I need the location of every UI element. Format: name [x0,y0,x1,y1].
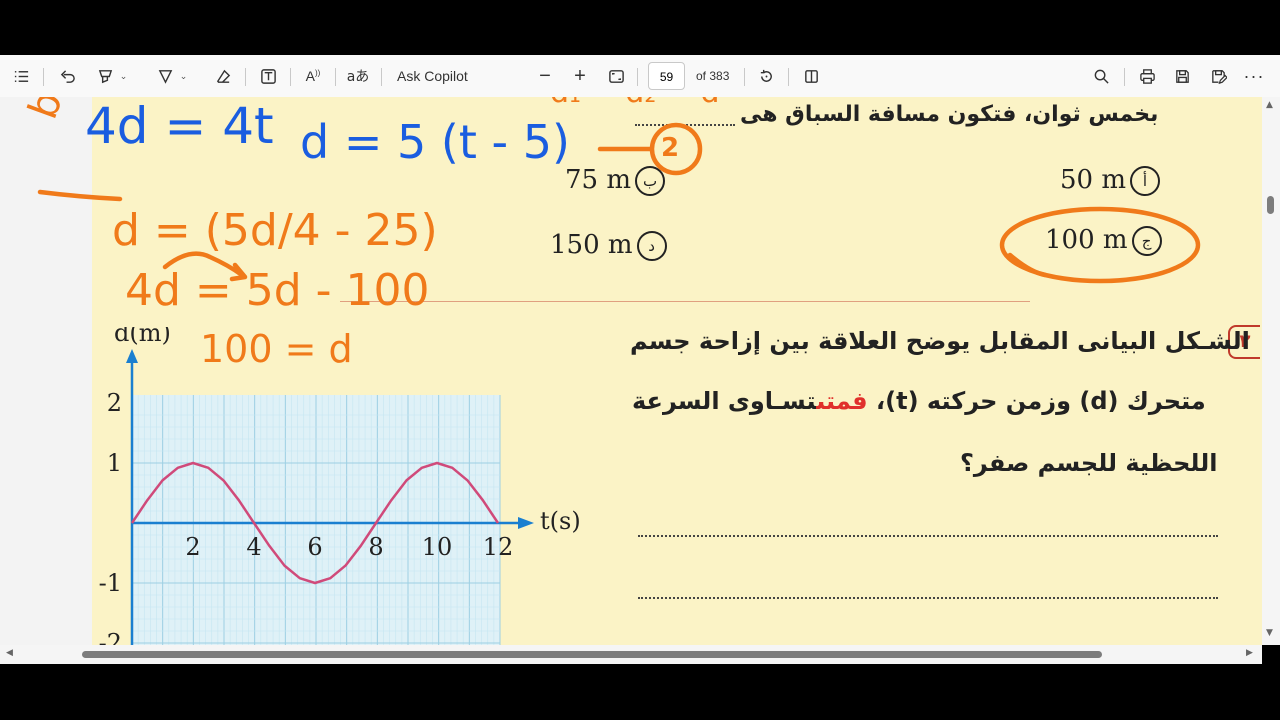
read-aloud-icon[interactable]: A)) [302,55,324,97]
vertical-scroll-thumb[interactable] [1267,196,1274,214]
video-letterbox-top [0,0,1280,55]
toolbar-divider [788,68,789,86]
text-box-icon[interactable] [257,55,279,97]
scroll-right-icon[interactable]: ▶ [1246,648,1253,658]
margin-ink [37,189,123,202]
zoom-in-icon[interactable]: + [569,55,591,97]
pdf-toolbar: ⌄ ⌄ A)) aあ Ask Copilot − + of 383 ··· [0,55,1280,98]
toolbar-divider [381,68,382,86]
top-note-ink: d₁ = d₂ = d [550,97,720,110]
video-letterbox-bottom [0,664,1280,720]
search-icon[interactable] [1090,55,1112,97]
toolbar-divider [245,68,246,86]
scroll-left-icon[interactable]: ◀ [6,648,13,658]
page-view-icon[interactable] [800,55,822,97]
contents-icon[interactable] [10,55,32,97]
toolbar-divider [637,68,638,86]
translate-icon[interactable]: aあ [346,55,370,97]
ask-copilot-label: Ask Copilot [397,68,468,84]
rotate-icon[interactable] [755,55,777,97]
save-icon[interactable] [1171,55,1193,97]
print-icon[interactable] [1136,55,1158,97]
toolbar-divider [335,68,336,86]
undo-icon[interactable] [56,55,78,97]
equation-2-ink: d = 5 (t - 5) [300,115,570,169]
marker-2-ink: 2 [661,133,680,163]
chevron-down-icon[interactable]: ⌄ [120,71,128,82]
toolbar-divider [1124,68,1125,86]
highlight-icon[interactable]: ⌄ [90,55,134,97]
equation-1-ink: 4d = 4t [85,97,274,155]
scroll-down-icon[interactable]: ▼ [1266,628,1273,638]
save-as-icon[interactable] [1207,55,1229,97]
equation-5-ink: 100 = d [200,327,353,371]
chevron-down-icon[interactable]: ⌄ [180,71,188,82]
draw-icon[interactable]: ⌄ [150,55,194,97]
equation-4-ink: 4d = 5d - 100 [125,265,430,316]
horizontal-scroll-thumb[interactable] [82,651,1102,658]
toolbar-divider [744,68,745,86]
ask-copilot-button[interactable]: Ask Copilot [397,55,477,97]
more-icon[interactable]: ··· [1243,55,1265,97]
erase-icon[interactable] [212,55,234,97]
document-viewport[interactable]: بخمس ثوان، فتكون مسافة السباق هى 50 mأ 7… [0,97,1262,645]
toolbar-divider [290,68,291,86]
scroll-up-icon[interactable]: ▲ [1266,100,1273,110]
vertical-scrollbar[interactable] [1262,97,1280,645]
zoom-out-icon[interactable]: − [534,55,556,97]
page-total: of 383 [696,69,730,83]
page-number-input[interactable]: 59 [648,62,685,90]
ink-annotations [37,122,1201,284]
fit-page-icon[interactable] [605,55,627,97]
equation-3-ink: d = (5d/4 - 25) [112,205,438,256]
toolbar-divider [43,68,44,86]
